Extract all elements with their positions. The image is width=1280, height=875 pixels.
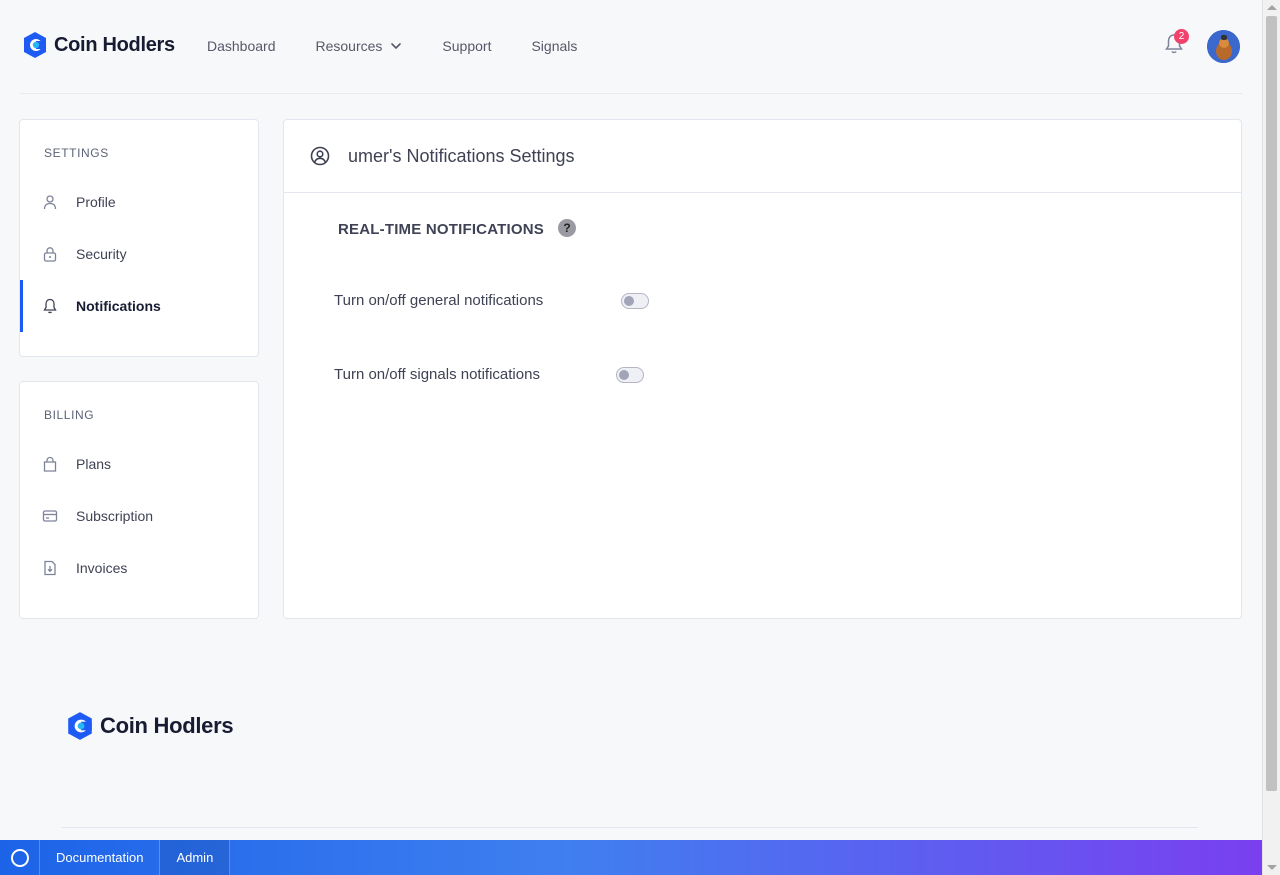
signals-notifications-toggle[interactable] [616,367,644,383]
top-header: Coin Hodlers Dashboard Resources Support… [20,0,1242,94]
scroll-thumb[interactable] [1266,16,1277,791]
sidebar-item-label: Plans [76,456,112,472]
nav-dashboard-label: Dashboard [207,38,276,54]
vertical-scrollbar[interactable] [1262,0,1280,875]
nav-signals-label: Signals [531,38,578,54]
panel-header: umer's Notifications Settings [284,120,1241,193]
sidebar-item-security[interactable]: Security [20,228,258,280]
chevron-down-icon [391,43,402,50]
sidebar-item-label: Subscription [76,508,154,524]
scroll-down-arrow-icon[interactable] [1267,865,1277,870]
notifications-button[interactable]: 2 [1164,29,1189,57]
brand-name: Coin Hodlers [54,33,175,56]
sidebar-item-notifications[interactable]: Notifications [20,280,258,332]
user-circle-icon [310,146,330,166]
page: Coin Hodlers Dashboard Resources Support… [0,0,1262,875]
billing-sidebar: BILLING Plans Subscription Invoices [19,381,259,619]
notifications-settings-panel: umer's Notifications Settings REAL-TIME … [283,119,1242,619]
sidebar-item-profile[interactable]: Profile [20,176,258,228]
sidebar-item-label: Notifications [76,298,161,314]
bag-icon [41,455,59,473]
nav-support[interactable]: Support [442,38,491,54]
nav-signals[interactable]: Signals [531,38,577,54]
lock-icon [41,245,59,263]
nav-resources[interactable]: Resources [316,38,403,54]
sidebar-item-subscription[interactable]: Subscription [20,490,258,542]
coin-logo-icon [24,32,46,58]
sidebar-item-plans[interactable]: Plans [20,438,258,490]
notification-count-badge: 2 [1174,29,1189,44]
general-notifications-toggle[interactable] [621,293,649,309]
toolbar-circle-button[interactable] [0,840,40,875]
footer-brand-logo[interactable]: Coin Hodlers [66,711,234,741]
admin-link[interactable]: Admin [160,840,231,875]
help-icon[interactable]: ? [558,219,576,237]
coin-logo-icon [68,712,92,740]
bottom-toolbar: Documentation Admin [0,840,1262,875]
bell-icon [41,297,59,315]
documentation-link[interactable]: Documentation [40,840,161,875]
user-icon [41,193,59,211]
footer-divider [62,827,1198,828]
sidebar-item-invoices[interactable]: Invoices [20,542,258,594]
footer-brand-name: Coin Hodlers [100,713,234,738]
circle-icon [10,848,29,867]
sidebar-item-label: Security [76,246,127,262]
nav-resources-label: Resources [315,38,383,54]
realtime-section-title: REAL-TIME NOTIFICATIONS [338,221,544,238]
settings-section-title: SETTINGS [44,146,109,160]
general-notifications-label: Turn on/off general notifications [334,292,544,309]
sidebar-item-label: Invoices [76,560,128,576]
file-download-icon [41,559,59,577]
brand-logo[interactable]: Coin Hodlers [22,31,175,59]
settings-sidebar: SETTINGS Profile Security Notifications [19,119,259,357]
sidebar-item-label: Profile [76,194,116,210]
page-title: umer's Notifications Settings [348,145,575,166]
nav-support-label: Support [442,38,492,54]
main-nav: Dashboard Resources Support Signals [207,38,617,54]
scroll-up-arrow-icon[interactable] [1267,5,1277,10]
credit-card-icon [41,507,59,525]
signals-notifications-label: Turn on/off signals notifications [334,366,540,383]
avatar-image [1207,30,1240,63]
billing-section-title: BILLING [44,408,95,422]
user-avatar[interactable] [1207,30,1240,63]
nav-dashboard[interactable]: Dashboard [207,38,276,54]
